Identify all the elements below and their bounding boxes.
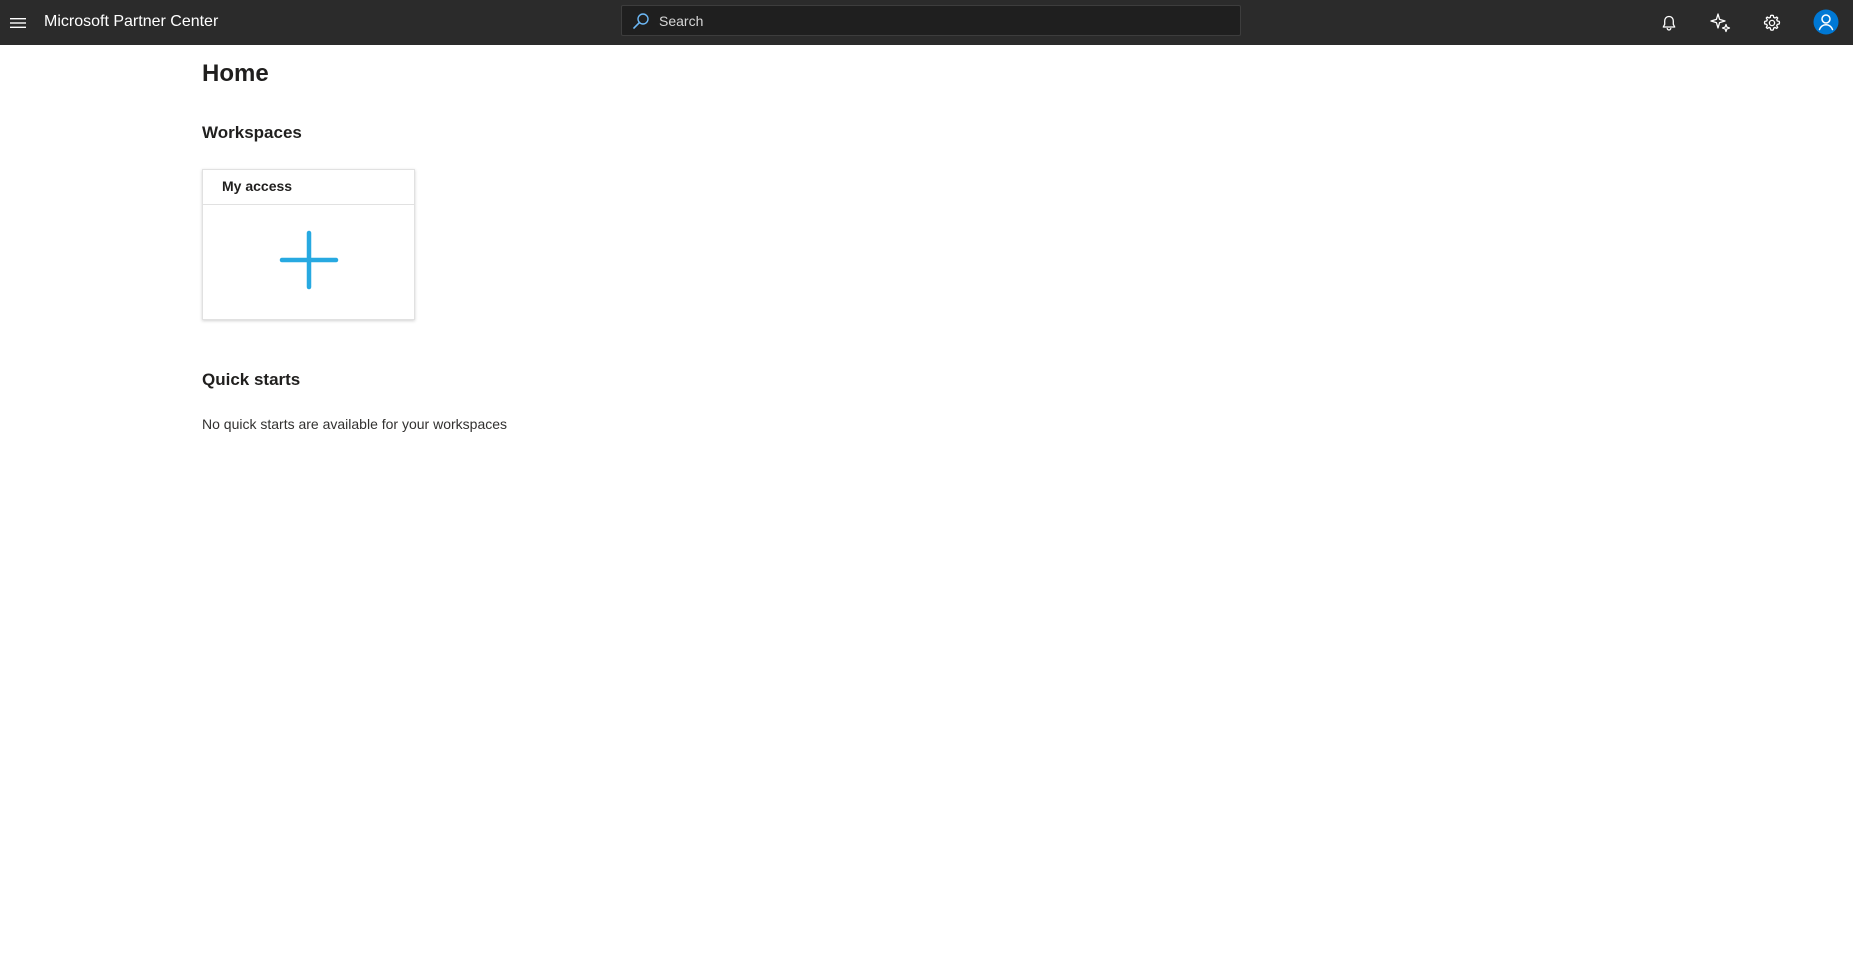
tile-title: My access bbox=[203, 170, 414, 205]
search-box[interactable] bbox=[621, 5, 1241, 36]
app-title[interactable]: Microsoft Partner Center bbox=[44, 0, 218, 45]
top-bar: Microsoft Partner Center bbox=[0, 0, 1853, 45]
quick-starts-heading: Quick starts bbox=[202, 370, 301, 389]
workspaces-heading: Workspaces bbox=[202, 123, 302, 142]
tile-body bbox=[203, 205, 414, 319]
search-input[interactable] bbox=[651, 6, 1240, 35]
add-plus-icon bbox=[279, 230, 339, 295]
search-icon bbox=[631, 11, 651, 31]
copilot-sparkle-icon[interactable] bbox=[1707, 9, 1735, 37]
bell-icon[interactable] bbox=[1655, 9, 1683, 37]
gear-icon[interactable] bbox=[1758, 9, 1786, 37]
quick-starts-empty-message: No quick starts are available for your w… bbox=[202, 416, 508, 432]
workspace-tile-my-access[interactable]: My access bbox=[202, 169, 415, 320]
page-title: Home bbox=[202, 60, 269, 87]
menu-icon[interactable] bbox=[6, 11, 30, 35]
user-avatar-icon[interactable] bbox=[1811, 7, 1841, 37]
